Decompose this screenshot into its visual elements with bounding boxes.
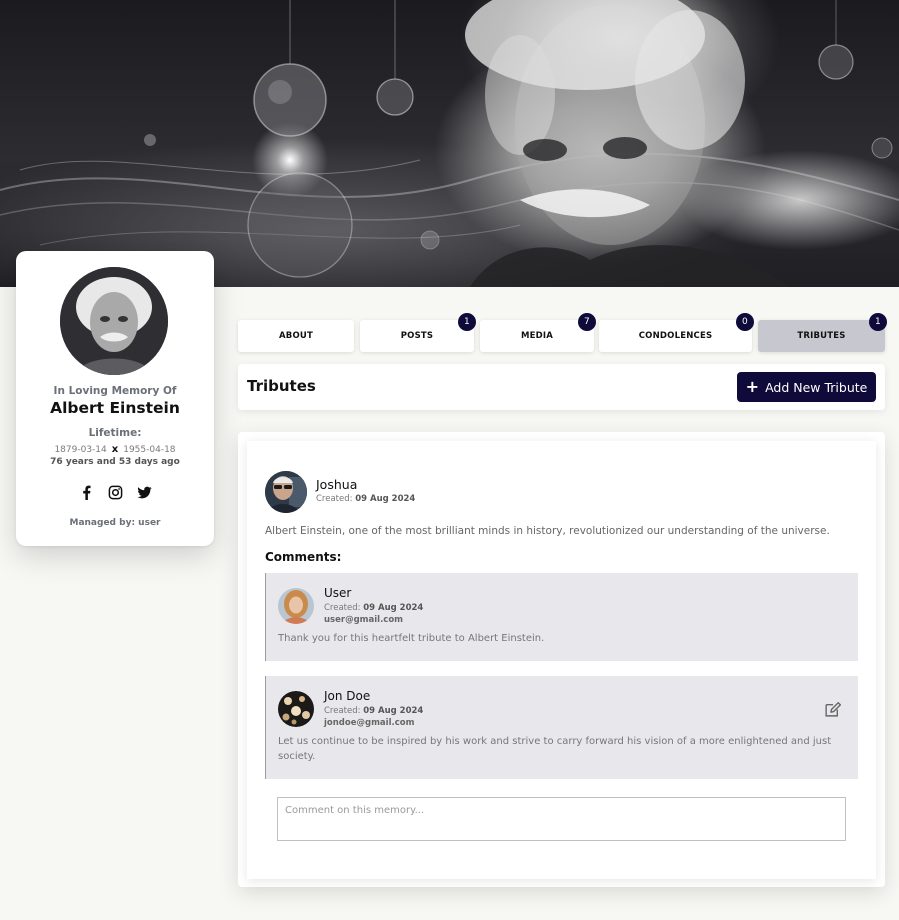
- date-separator: x: [111, 444, 119, 455]
- commenter-avatar: [278, 691, 314, 727]
- tribute-author-avatar: [265, 471, 307, 513]
- tab-posts[interactable]: POSTS 1: [360, 313, 476, 352]
- managed-by: Managed by: user: [69, 518, 161, 528]
- tab-about[interactable]: ABOUT: [238, 320, 354, 352]
- comment-created-label: Created:: [324, 706, 361, 716]
- lifetime-label: Lifetime:: [88, 427, 142, 439]
- social-links: [16, 485, 214, 500]
- birth-date: 1879-03-14: [54, 445, 107, 455]
- comment-input[interactable]: [277, 797, 846, 841]
- tab-condolences-label: CONDOLENCES: [638, 331, 713, 341]
- comment-text: Let us continue to be inspired by his wo…: [278, 736, 832, 762]
- comment-created-date: 09 Aug 2024: [363, 603, 424, 613]
- tribute-created-date: 09 Aug 2024: [355, 494, 416, 504]
- commenter-name: Jon Doe: [324, 689, 371, 703]
- tributes-count-badge: 1: [869, 313, 887, 331]
- comment-created-date: 09 Aug 2024: [363, 706, 424, 716]
- tab-media[interactable]: MEDIA 7: [480, 313, 596, 352]
- comment-created: Created: 09 Aug 2024: [324, 706, 423, 716]
- commenter-email: user@gmail.com: [324, 615, 404, 625]
- tab-about-label: ABOUT: [279, 331, 313, 341]
- comment-item: Jon Doe Created: 09 Aug 2024 jondoe@gmai…: [265, 676, 858, 779]
- profile-avatar: [60, 267, 168, 375]
- tab-posts-label: POSTS: [400, 331, 434, 341]
- tribute-created: Created: 09 Aug 2024: [316, 494, 415, 504]
- memory-label: In Loving Memory Of: [53, 385, 177, 397]
- section-title: Tributes: [247, 377, 316, 395]
- comment-created: Created: 09 Aug 2024: [324, 603, 423, 613]
- tab-condolences[interactable]: CONDOLENCES 0: [599, 313, 754, 352]
- add-tribute-label: Add New Tribute: [765, 379, 868, 395]
- comments-heading: Comments:: [265, 550, 342, 564]
- comment-item: User Created: 09 Aug 2024 user@gmail.com…: [265, 573, 858, 661]
- tab-tributes-label: TRIBUTES: [797, 331, 846, 341]
- cover-banner: [0, 0, 899, 287]
- tribute-body: Albert Einstein, one of the most brillia…: [265, 525, 830, 537]
- posts-count-badge: 1: [458, 313, 476, 331]
- banner-art: [0, 0, 899, 287]
- comment-created-label: Created:: [324, 603, 361, 613]
- profile-card: In Loving Memory Of Albert Einstein Life…: [16, 251, 214, 546]
- commenter-avatar: [278, 588, 314, 624]
- tribute-created-label: Created:: [316, 494, 353, 504]
- facebook-icon[interactable]: [79, 485, 94, 500]
- commenter-email: jondoe@gmail.com: [324, 718, 415, 728]
- comment-text: Thank you for this heartfelt tribute to …: [278, 633, 545, 644]
- commenter-name: User: [324, 586, 352, 600]
- tributes-header: Tributes + Add New Tribute: [238, 364, 885, 410]
- edit-icon[interactable]: [824, 701, 842, 718]
- tribute-author-name: Joshua: [316, 477, 358, 492]
- media-count-badge: 7: [578, 313, 596, 331]
- plus-icon: +: [745, 377, 760, 396]
- tab-media-label: MEDIA: [520, 331, 554, 341]
- life-dates: 1879-03-14 x 1955-04-18: [16, 444, 214, 455]
- death-date: 1955-04-18: [123, 445, 176, 455]
- add-tribute-button[interactable]: + Add New Tribute: [737, 372, 876, 402]
- condolences-count-badge: 0: [736, 313, 754, 331]
- age-since: 76 years and 53 days ago: [50, 457, 180, 467]
- tab-tributes[interactable]: TRIBUTES 1: [758, 313, 887, 352]
- deceased-name: Albert Einstein: [50, 399, 180, 417]
- twitter-icon[interactable]: [136, 485, 152, 500]
- instagram-icon[interactable]: [108, 485, 123, 500]
